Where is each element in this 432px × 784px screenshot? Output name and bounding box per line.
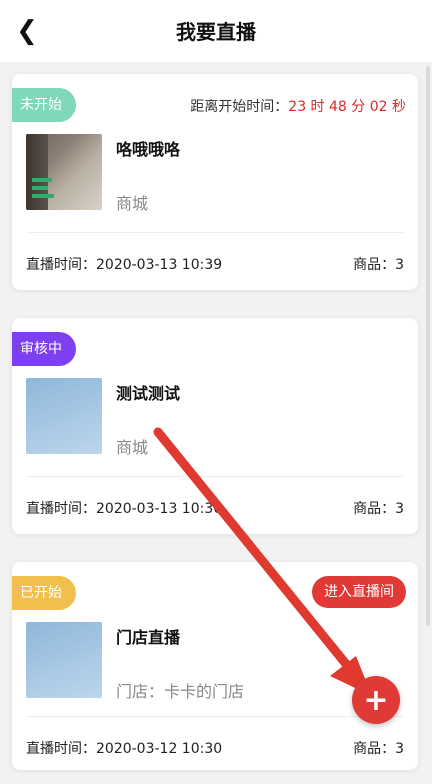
status-badge: 审核中 (12, 332, 76, 366)
live-time-value: 2020-03-13 10:39 (96, 257, 223, 273)
status-badge: 未开始 (12, 88, 76, 122)
status-badge: 已开始 (12, 576, 76, 610)
live-time: 直播时间：2020-03-12 10:30 (26, 738, 222, 758)
divider (26, 232, 404, 233)
live-title: 门店直播 (116, 628, 181, 647)
goods-label: 商品： (353, 257, 396, 273)
live-thumbnail (26, 134, 102, 210)
live-time: 直播时间：2020-03-13 10:39 (26, 254, 222, 274)
countdown-value: 23 时 48 分 02 秒 (288, 99, 406, 115)
live-time-label: 直播时间： (26, 501, 96, 517)
live-subtitle: 商城 (116, 194, 149, 213)
live-thumbnail (26, 378, 102, 454)
goods-label: 商品： (353, 501, 396, 517)
live-card[interactable]: 未开始 距离开始时间：23 时 48 分 02 秒 咯哦哦咯 商城 直播时间：2… (12, 74, 418, 290)
live-subtitle: 门店：卡卡的门店 (116, 682, 245, 701)
live-time-label: 直播时间： (26, 741, 96, 757)
live-time-value: 2020-03-12 10:30 (96, 741, 223, 757)
countdown: 距离开始时间：23 时 48 分 02 秒 (190, 96, 406, 116)
goods-count: 商品：3 (353, 498, 404, 518)
add-live-button[interactable]: + (352, 676, 400, 724)
live-time-label: 直播时间： (26, 257, 96, 273)
live-thumbnail (26, 622, 102, 698)
live-title: 咯哦哦咯 (116, 140, 181, 159)
app-header: ❮ 我要直播 (0, 0, 432, 62)
goods-count: 商品：3 (353, 738, 404, 758)
countdown-label: 距离开始时间： (190, 99, 289, 115)
live-time: 直播时间：2020-03-13 10:36 (26, 498, 222, 518)
divider (26, 476, 404, 477)
enter-live-room-button[interactable]: 进入直播间 (312, 576, 406, 608)
goods-value: 3 (395, 257, 404, 273)
goods-count: 商品：3 (353, 254, 404, 274)
goods-label: 商品： (353, 741, 396, 757)
live-subtitle: 商城 (116, 438, 149, 457)
scrollbar[interactable] (426, 66, 430, 626)
goods-value: 3 (395, 501, 404, 517)
live-card[interactable]: 已开始 进入直播间 门店直播 门店：卡卡的门店 直播时间：2020-03-12 … (12, 562, 418, 770)
live-card[interactable]: 审核中 测试测试 商城 直播时间：2020-03-13 10:36 商品：3 (12, 318, 418, 534)
plus-icon: + (363, 682, 389, 718)
page-title: 我要直播 (176, 20, 256, 44)
divider (26, 716, 404, 717)
live-time-value: 2020-03-13 10:36 (96, 501, 223, 517)
goods-value: 3 (395, 741, 404, 757)
live-title: 测试测试 (116, 384, 181, 403)
